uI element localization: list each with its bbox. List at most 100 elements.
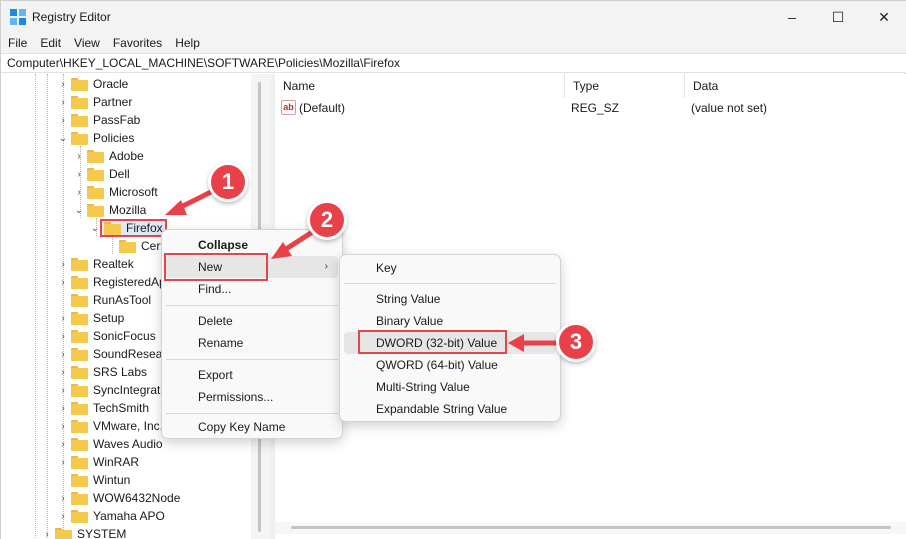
selected-key-highlight[interactable]: Firefox	[100, 219, 167, 237]
folder-icon	[71, 329, 88, 343]
chevron-right-icon[interactable]: ›	[57, 309, 69, 327]
address-bar[interactable]: Computer\HKEY_LOCAL_MACHINE\SOFTWARE\Pol…	[1, 53, 906, 73]
chevron-right-icon: ›	[324, 261, 328, 272]
folder-icon	[55, 527, 72, 539]
tree-node[interactable]: RunAsTool	[57, 291, 151, 309]
tree-node[interactable]: ⌄ Policies	[57, 129, 135, 147]
tree-node[interactable]: › VMware, Inc.	[57, 417, 163, 435]
tree-node[interactable]: › Yamaha APO	[57, 507, 165, 525]
column-header-data[interactable]: Data	[685, 74, 906, 98]
scrollbar-thumb[interactable]	[291, 526, 891, 529]
chevron-right-icon[interactable]: ›	[57, 255, 69, 273]
submenu-item-qword-value[interactable]: QWORD (64-bit) Value	[344, 354, 556, 376]
tree-node[interactable]: › SyncIntegrati	[57, 381, 163, 399]
menu-edit[interactable]: Edit	[33, 33, 67, 53]
submenu-item-multi-string-value[interactable]: Multi-String Value	[344, 376, 556, 398]
chevron-right-icon[interactable]: ›	[57, 435, 69, 453]
tree-node[interactable]: Wintun	[57, 471, 130, 489]
menu-separator	[166, 305, 338, 306]
folder-icon	[71, 365, 88, 379]
tree-node[interactable]: › SonicFocus	[57, 327, 155, 345]
tree-node[interactable]: ⌄ Mozilla	[73, 201, 147, 219]
tree-node[interactable]: › SYSTEM	[41, 525, 126, 539]
column-header-name[interactable]: Name	[275, 74, 565, 98]
menu-file[interactable]: File	[1, 33, 33, 53]
tree-node-label: Firefox	[126, 221, 163, 235]
tree-node[interactable]: › Partner	[57, 93, 132, 111]
tree-node-label: TechSmith	[93, 401, 150, 415]
tree-node[interactable]: › Microsoft	[73, 183, 157, 201]
chevron-right-icon[interactable]: ›	[73, 183, 85, 201]
maximize-button[interactable]: ☐	[815, 1, 861, 33]
tree-node[interactable]: › Setup	[57, 309, 124, 327]
menu-help[interactable]: Help	[168, 33, 206, 53]
chevron-right-icon[interactable]: ›	[57, 345, 69, 363]
chevron-right-icon[interactable]: ›	[57, 417, 69, 435]
submenu-item-key[interactable]: Key	[344, 257, 556, 279]
menu-item-rename[interactable]: Rename	[166, 332, 338, 354]
tree-node[interactable]: › SRS Labs	[57, 363, 147, 381]
chevron-right-icon[interactable]: ›	[57, 111, 69, 129]
tree-node[interactable]: › Realtek	[57, 255, 133, 273]
submenu-item-binary-value[interactable]: Binary Value	[344, 310, 556, 332]
minimize-button[interactable]: –	[769, 1, 815, 33]
registry-app-icon	[10, 9, 26, 25]
chevron-right-icon[interactable]: ›	[57, 399, 69, 417]
menu-item-find[interactable]: Find...	[166, 278, 338, 300]
folder-icon	[71, 509, 88, 523]
chevron-right-icon[interactable]: ›	[57, 363, 69, 381]
tree-node[interactable]: › Waves Audio	[57, 435, 162, 453]
chevron-right-icon[interactable]: ›	[57, 327, 69, 345]
menu-separator	[166, 359, 338, 360]
chevron-right-icon[interactable]: ›	[57, 93, 69, 111]
menu-item-collapse[interactable]: Collapse	[166, 234, 338, 256]
tree-node[interactable]: › SoundResear	[57, 345, 166, 363]
tree-node-label: RegisteredAp	[93, 275, 166, 289]
tree-node[interactable]: › PassFab	[57, 111, 140, 129]
tree-node[interactable]: › WOW6432Node	[57, 489, 180, 507]
chevron-right-icon[interactable]: ›	[73, 147, 85, 165]
tree-node[interactable]: › WinRAR	[57, 453, 139, 471]
menu-item-new[interactable]: New ›	[166, 256, 338, 278]
tree-node-label: SyncIntegrati	[93, 383, 164, 397]
tree-node[interactable]: › Dell	[73, 165, 129, 183]
column-header-type[interactable]: Type	[565, 74, 685, 98]
chevron-right-icon[interactable]: ›	[41, 525, 53, 539]
tree-node-label: Adobe	[109, 149, 144, 163]
chevron-right-icon[interactable]: ›	[57, 507, 69, 525]
submenu-item-expandable-string-value[interactable]: Expandable String Value	[344, 398, 556, 420]
menu-view[interactable]: View	[67, 33, 106, 53]
chevron-right-icon[interactable]: ›	[57, 453, 69, 471]
tree-node-label: Setup	[93, 311, 125, 325]
list-scrollbar[interactable]	[275, 522, 906, 534]
tree-node-label: Wintun	[93, 473, 131, 487]
menu-item-delete[interactable]: Delete	[166, 310, 338, 332]
chevron-right-icon[interactable]: ›	[57, 75, 69, 93]
close-button[interactable]: ✕	[861, 1, 906, 33]
submenu-item-dword-value[interactable]: DWORD (32-bit) Value	[344, 332, 556, 354]
submenu-item-string-value[interactable]: String Value	[344, 288, 556, 310]
tree-node[interactable]: › RegisteredAp	[57, 273, 166, 291]
chevron-right-icon[interactable]: ›	[73, 165, 85, 183]
tree-node-firefox[interactable]: ⌄ Firefox	[89, 219, 167, 237]
tree-node[interactable]: › Oracle	[57, 75, 128, 93]
tree-node[interactable]: › TechSmith	[57, 399, 149, 417]
chevron-down-icon[interactable]: ⌄	[73, 201, 85, 219]
folder-icon	[71, 383, 88, 397]
chevron-right-icon[interactable]: ›	[57, 381, 69, 399]
menu-item-permissions[interactable]: Permissions...	[166, 386, 338, 408]
menu-item-export[interactable]: Export	[166, 364, 338, 386]
tree-node-label: RunAsTool	[93, 293, 152, 307]
tree-node[interactable]: › Adobe	[73, 147, 144, 165]
menu-favorites[interactable]: Favorites	[106, 33, 168, 53]
tree-node-label: WinRAR	[93, 455, 140, 469]
chevron-right-icon[interactable]: ›	[57, 273, 69, 291]
title-bar: Registry Editor – ☐ ✕	[1, 1, 906, 33]
tree-node[interactable]: Cert	[105, 237, 164, 255]
menu-item-copy-key-name[interactable]: Copy Key Name	[166, 416, 338, 438]
chevron-right-icon[interactable]: ›	[57, 489, 69, 507]
chevron-down-icon[interactable]: ⌄	[57, 129, 69, 147]
folder-icon	[71, 275, 88, 289]
folder-icon	[71, 473, 88, 487]
list-item[interactable]: ab (Default) REG_SZ (value not set)	[275, 98, 906, 118]
